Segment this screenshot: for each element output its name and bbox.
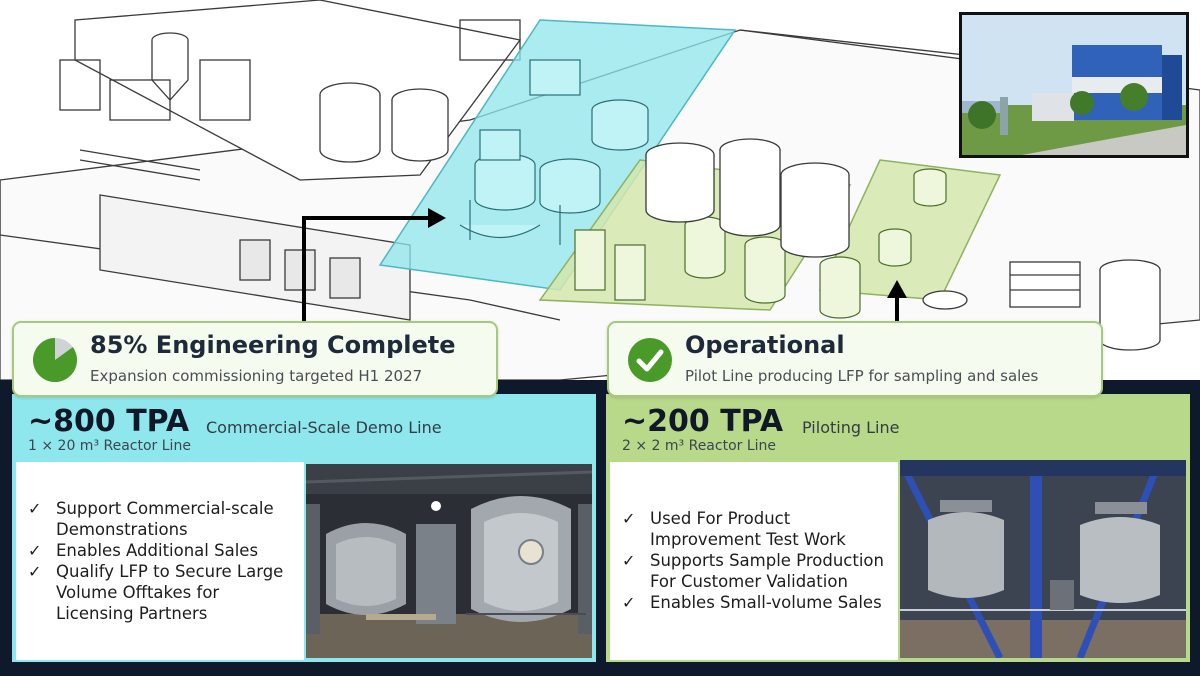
- building-exterior-photo: [959, 12, 1189, 158]
- check-icon: ✓: [28, 499, 42, 518]
- operational-status-card: Operational Pilot Line producing LFP for…: [607, 321, 1103, 397]
- status-subtitle: Expansion commissioning targeted H1 2027: [90, 367, 423, 385]
- engineering-status-card: 85% Engineering Complete Expansion commi…: [12, 321, 498, 397]
- line-name: Commercial-Scale Demo Line: [206, 418, 442, 437]
- list-item: ✓ Support Commercial-scale Demonstrations: [28, 499, 274, 539]
- capacity-value: ~800 TPA: [28, 404, 190, 439]
- status-title: Operational: [685, 331, 845, 359]
- reactor-spec: 2 × 2 m³ Reactor Line: [622, 438, 777, 454]
- capacity-value: ~200 TPA: [622, 404, 784, 439]
- reactor-spec: 1 × 20 m³ Reactor Line: [28, 438, 191, 454]
- piloting-header: ~200 TPA Piloting Line 2 × 2 m³ Reactor …: [606, 394, 1190, 460]
- list-item: ✓ Supports Sample Production For Customer…: [622, 551, 884, 591]
- progress-pie-icon: [33, 338, 78, 382]
- list-item: ✓ Enables Additional Sales: [28, 541, 259, 560]
- commercial-demo-header: ~800 TPA Commercial-Scale Demo Line 1 × …: [12, 394, 596, 460]
- piloting-panel: ~200 TPA Piloting Line 2 × 2 m³ Reactor …: [606, 394, 1190, 662]
- list-item: ✓ Qualify LFP to Secure Large Volume Offt…: [28, 562, 284, 623]
- reactor-hall-photo: [306, 464, 592, 658]
- check-icon: ✓: [28, 562, 42, 581]
- line-name: Piloting Line: [802, 418, 900, 437]
- check-icon: ✓: [622, 509, 636, 528]
- check-icon: ✓: [28, 541, 42, 560]
- piloting-bullets: ✓ Used For Product Improvement Test Work …: [610, 462, 898, 660]
- check-icon: ✓: [622, 593, 636, 612]
- status-title: 85% Engineering Complete: [90, 331, 456, 359]
- list-item: ✓ Used For Product Improvement Test Work: [622, 509, 846, 549]
- commercial-demo-panel: ~800 TPA Commercial-Scale Demo Line 1 × …: [12, 394, 596, 662]
- status-subtitle: Pilot Line producing LFP for sampling an…: [685, 367, 1039, 385]
- check-icon: ✓: [622, 551, 636, 570]
- commercial-demo-bullets: ✓ Support Commercial-scale Demonstrations…: [16, 462, 304, 660]
- check-circle-icon: [628, 338, 672, 382]
- pilot-plant-photo: [900, 460, 1186, 658]
- list-item: ✓ Enables Small-volume Sales: [622, 593, 882, 612]
